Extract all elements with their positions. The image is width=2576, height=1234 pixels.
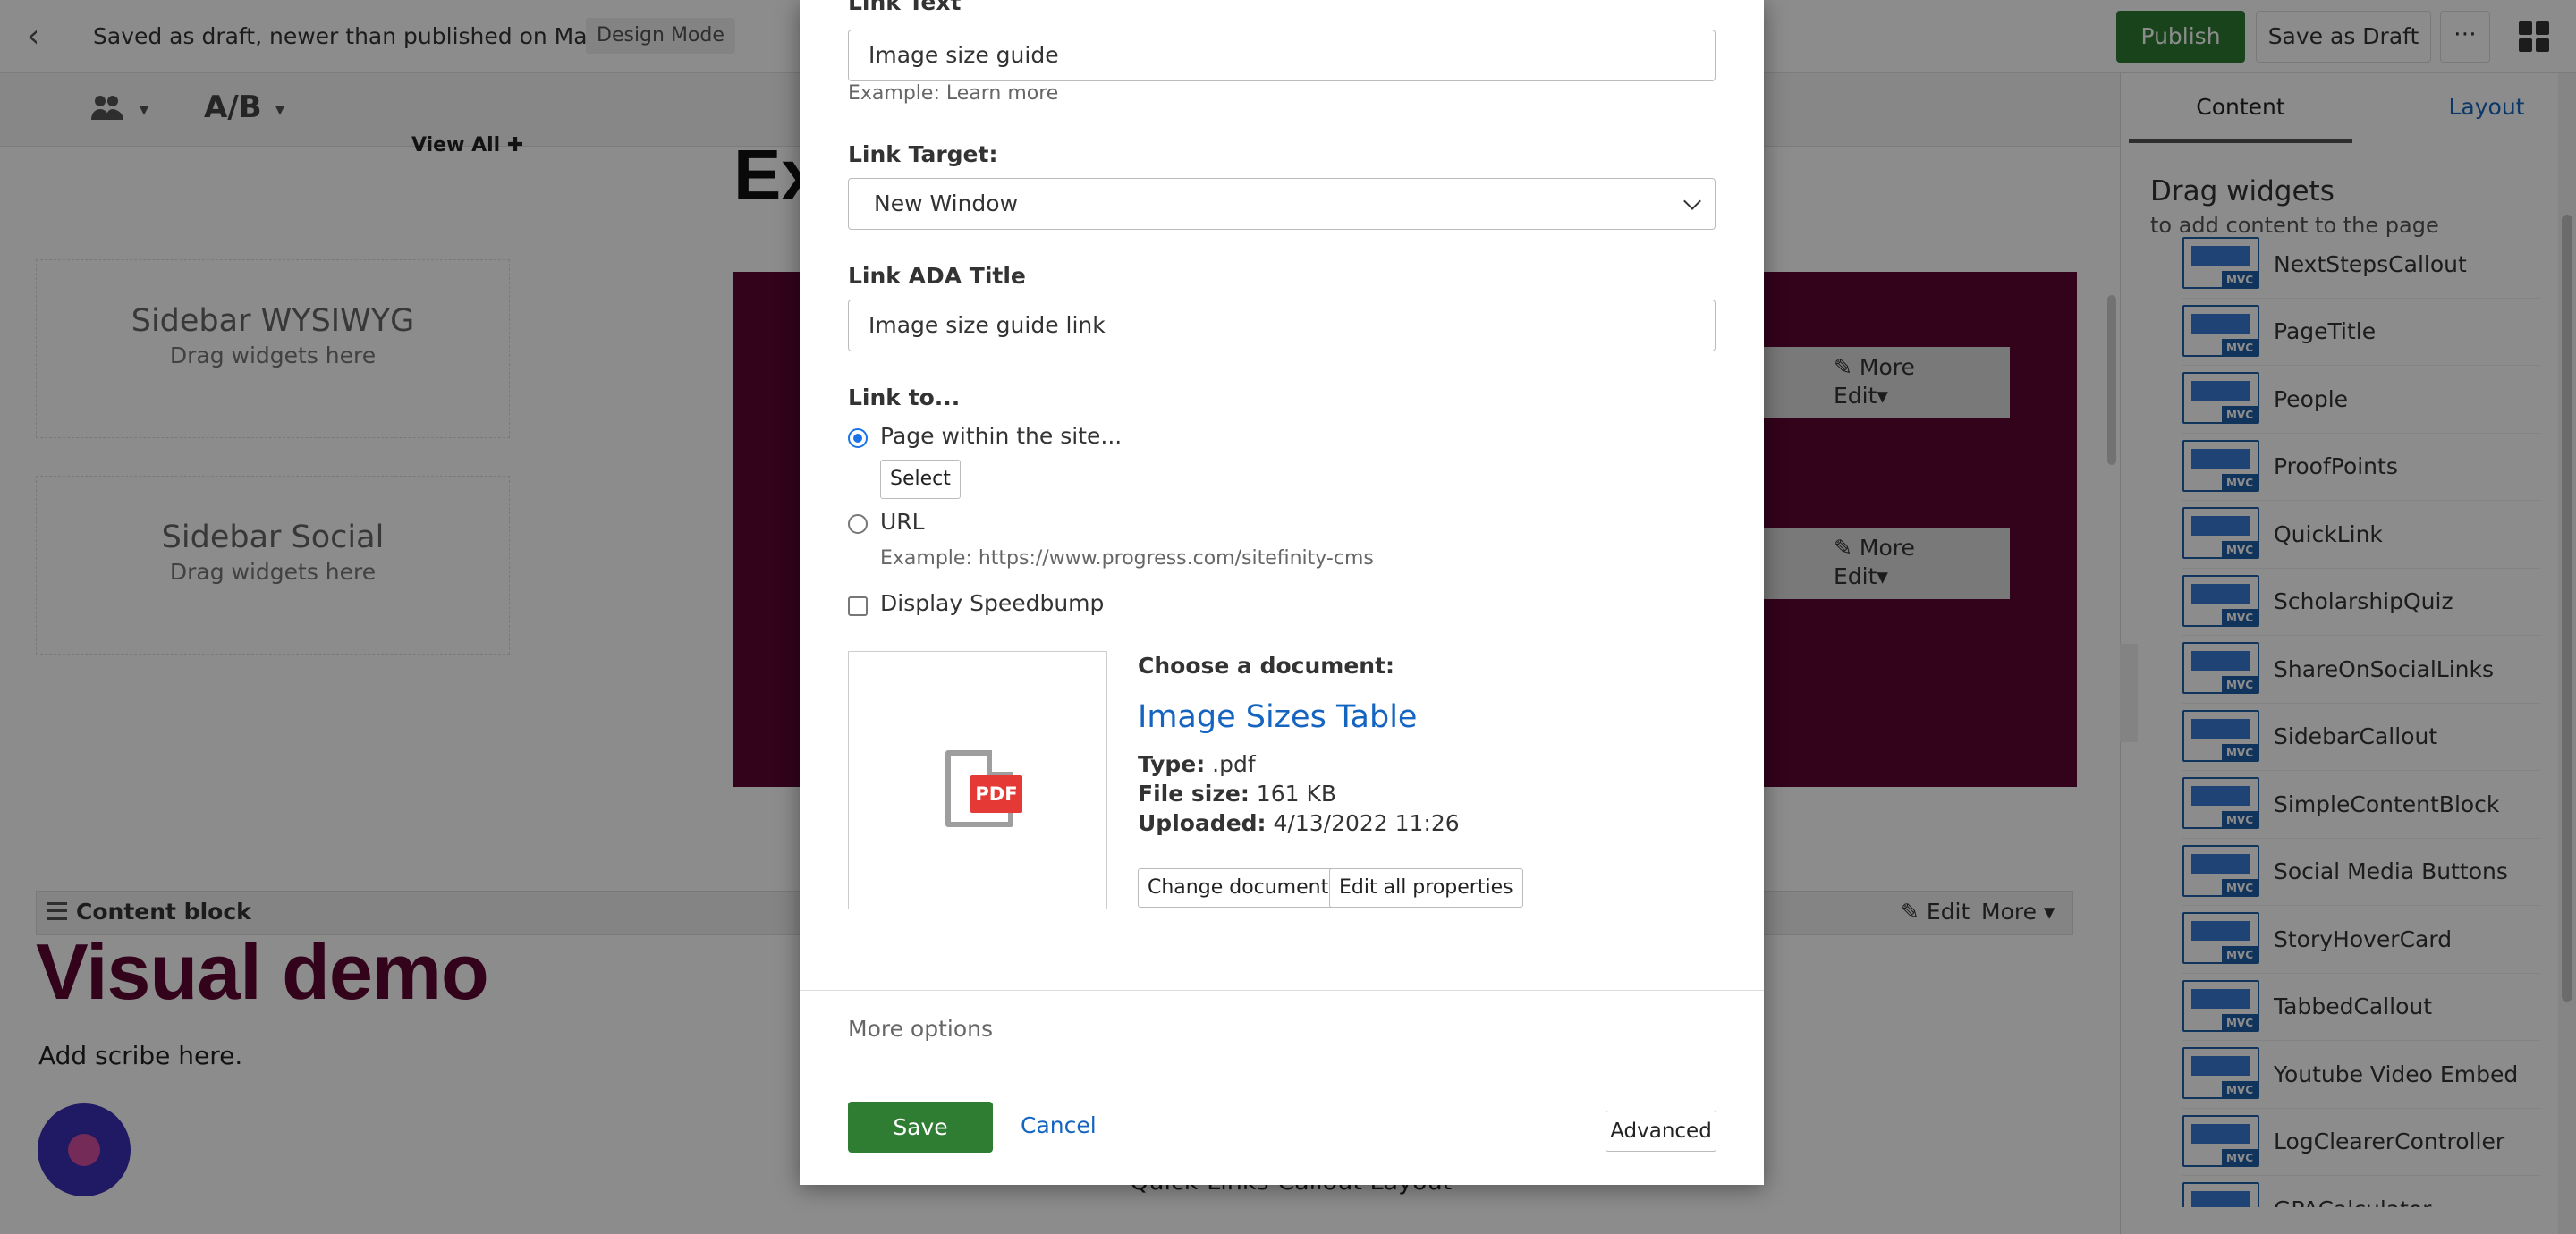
size-value: 161 KB	[1249, 781, 1336, 807]
chevron-down-icon	[1683, 192, 1701, 210]
type-label: Type:	[1138, 751, 1206, 777]
change-document-button[interactable]: Change document	[1138, 868, 1339, 908]
pdf-badge: PDF	[970, 775, 1022, 813]
select-page-button[interactable]: Select	[880, 460, 961, 499]
page-within-site-radio[interactable]	[848, 428, 868, 448]
link-text-input[interactable]: Image size guide	[848, 30, 1716, 81]
size-label: File size:	[1138, 781, 1250, 807]
advanced-button[interactable]: Advanced	[1606, 1111, 1716, 1152]
link-settings-dialog: Link Text Image size guide Example: Lear…	[800, 0, 1764, 1185]
uploaded-label: Uploaded:	[1138, 810, 1267, 836]
link-target-select[interactable]: New Window	[848, 178, 1716, 230]
url-radio[interactable]	[848, 514, 868, 534]
document-type: Type: .pdf	[1138, 751, 1256, 777]
url-label[interactable]: URL	[880, 509, 925, 535]
link-target-label: Link Target:	[848, 141, 998, 167]
save-button[interactable]: Save	[848, 1102, 993, 1153]
type-value: .pdf	[1205, 751, 1256, 777]
choose-document-label: Choose a document:	[1138, 653, 1395, 679]
link-text-label: Link Text	[848, 0, 962, 15]
more-options-toggle[interactable]: More options	[848, 1016, 993, 1042]
speedbump-checkbox[interactable]	[848, 596, 868, 616]
link-to-label: Link to...	[848, 385, 961, 410]
pdf-fold-icon	[987, 750, 1013, 777]
divider	[800, 990, 1764, 991]
page-within-site-label[interactable]: Page within the site...	[880, 423, 1122, 449]
url-hint: Example: https://www.progress.com/sitefi…	[880, 547, 1374, 570]
edit-all-properties-button[interactable]: Edit all properties	[1329, 868, 1523, 908]
speedbump-label[interactable]: Display Speedbump	[880, 590, 1104, 616]
uploaded-value: 4/13/2022 11:26	[1266, 810, 1460, 836]
document-title-link[interactable]: Image Sizes Table	[1138, 699, 1417, 735]
link-target-value: New Window	[874, 190, 1019, 216]
cancel-link[interactable]: Cancel	[1021, 1112, 1097, 1138]
ada-title-input[interactable]: Image size guide link	[848, 300, 1716, 351]
link-text-hint: Example: Learn more	[848, 82, 1059, 105]
ada-title-label: Link ADA Title	[848, 263, 1026, 289]
document-thumbnail: PDF	[848, 651, 1107, 909]
document-size: File size: 161 KB	[1138, 781, 1336, 807]
document-uploaded: Uploaded: 4/13/2022 11:26	[1138, 810, 1460, 836]
